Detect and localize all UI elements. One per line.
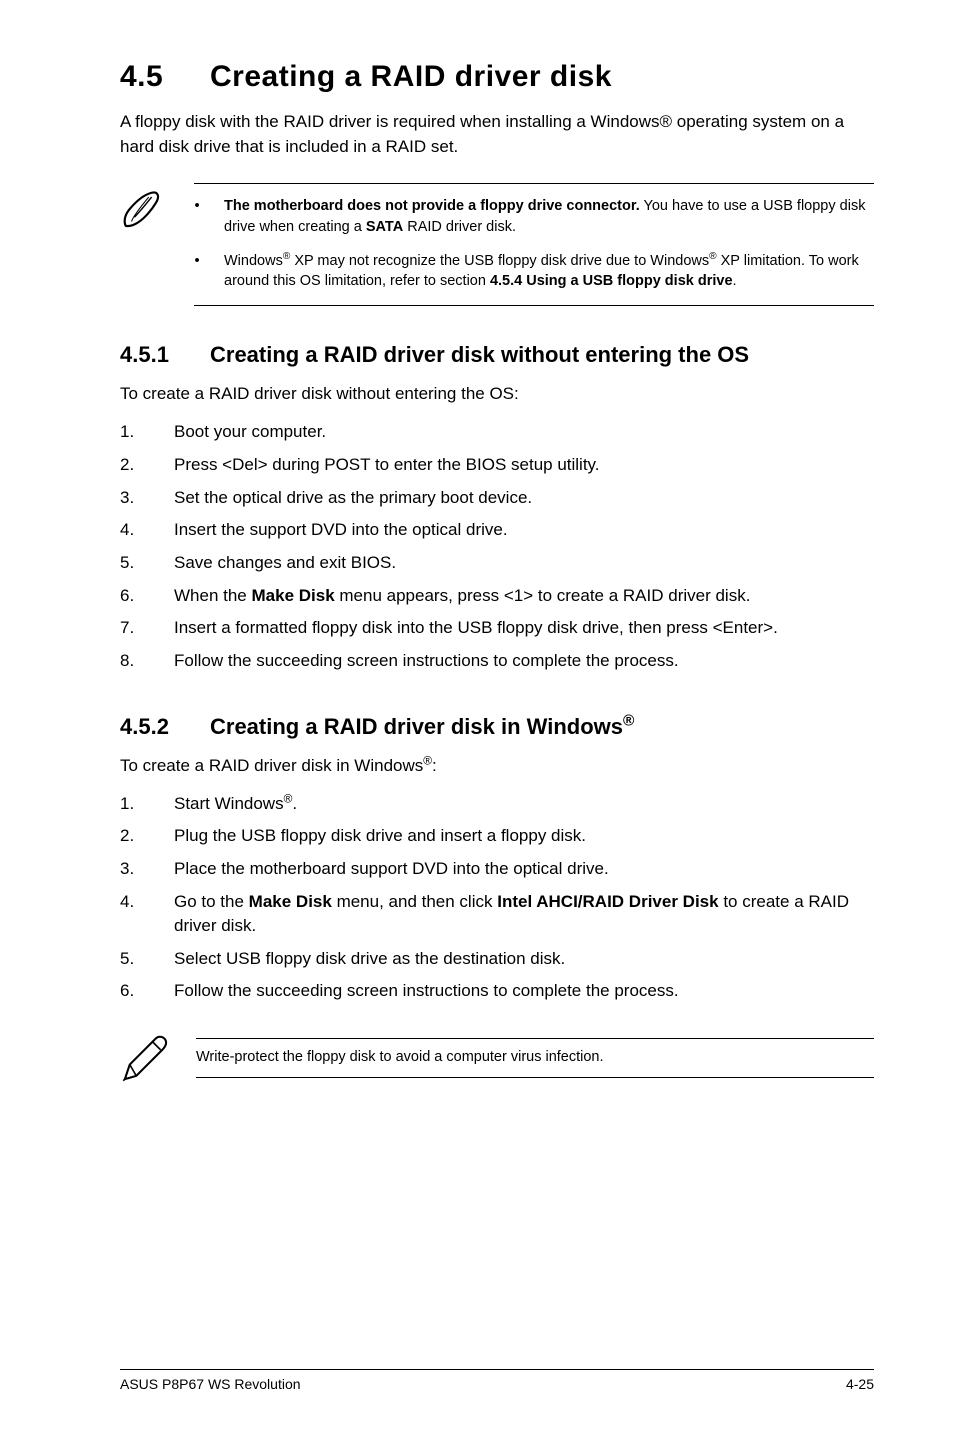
step-text: Plug the USB floppy disk drive and inser… (174, 824, 586, 849)
step-number: 5. (120, 947, 174, 972)
subsection-title: Creating a RAID driver disk in Windows® (210, 714, 634, 739)
subsection-number: 4.5.2 (120, 714, 210, 740)
step-text: Follow the succeeding screen instruction… (174, 649, 679, 674)
step-text: Save changes and exit BIOS. (174, 551, 396, 576)
pencil-icon (120, 1032, 172, 1084)
subsection-heading: 4.5.2Creating a RAID driver disk in Wind… (120, 714, 874, 740)
page-footer: ASUS P8P67 WS Revolution 4-25 (120, 1369, 874, 1392)
step-number: 4. (120, 890, 174, 939)
step-number: 7. (120, 616, 174, 641)
subsection-heading: 4.5.1Creating a RAID driver disk without… (120, 342, 874, 368)
step-text: Boot your computer. (174, 420, 326, 445)
note-body: • The motherboard does not provide a flo… (194, 183, 874, 306)
steps-list: 1.Boot your computer. 2.Press <Del> duri… (120, 416, 874, 677)
step-number: 3. (120, 486, 174, 511)
step-number: 3. (120, 857, 174, 882)
section-number: 4.5 (120, 60, 210, 94)
subsection-number: 4.5.1 (120, 342, 210, 368)
section-title-text: Creating a RAID driver disk (210, 60, 612, 93)
step-item: 3.Place the motherboard support DVD into… (120, 853, 874, 886)
subsection-lead: To create a RAID driver disk without ent… (120, 384, 874, 404)
step-item: 1.Start Windows®. (120, 788, 874, 821)
step-number: 6. (120, 584, 174, 609)
step-item: 7.Insert a formatted floppy disk into th… (120, 612, 874, 645)
subsection-title: Creating a RAID driver disk without ente… (210, 342, 749, 367)
note-list: • The motherboard does not provide a flo… (194, 192, 874, 295)
step-number: 1. (120, 792, 174, 817)
step-text: Follow the succeeding screen instruction… (174, 979, 679, 1004)
section-title: 4.5Creating a RAID driver disk (120, 60, 874, 94)
note-icon (120, 187, 166, 233)
step-number: 4. (120, 518, 174, 543)
step-text: Insert a formatted floppy disk into the … (174, 616, 778, 641)
step-number: 5. (120, 551, 174, 576)
step-item: 5.Save changes and exit BIOS. (120, 547, 874, 580)
bullet-icon: • (194, 251, 200, 292)
page-container: 4.5Creating a RAID driver disk A floppy … (0, 0, 954, 1438)
step-item: 1.Boot your computer. (120, 416, 874, 449)
step-text: Press <Del> during POST to enter the BIO… (174, 453, 600, 478)
footer-right: 4-25 (846, 1376, 874, 1392)
step-text: Set the optical drive as the primary boo… (174, 486, 532, 511)
step-item: 5.Select USB floppy disk drive as the de… (120, 943, 874, 976)
step-item: 3.Set the optical drive as the primary b… (120, 482, 874, 515)
step-item: 6.When the Make Disk menu appears, press… (120, 580, 874, 613)
subsection-lead: To create a RAID driver disk in Windows®… (120, 756, 874, 776)
step-text: Place the motherboard support DVD into t… (174, 857, 609, 882)
step-item: 4.Go to the Make Disk menu, and then cli… (120, 886, 874, 943)
step-item: 2.Press <Del> during POST to enter the B… (120, 449, 874, 482)
step-item: 6.Follow the succeeding screen instructi… (120, 975, 874, 1008)
step-text: Select USB floppy disk drive as the dest… (174, 947, 565, 972)
step-number: 8. (120, 649, 174, 674)
step-item: 2.Plug the USB floppy disk drive and ins… (120, 820, 874, 853)
step-text: Go to the Make Disk menu, and then click… (174, 890, 874, 939)
step-number: 2. (120, 824, 174, 849)
note-item: • Windows® XP may not recognize the USB … (194, 247, 874, 296)
step-number: 6. (120, 979, 174, 1004)
step-text: Start Windows®. (174, 792, 297, 817)
step-item: 8.Follow the succeeding screen instructi… (120, 645, 874, 678)
step-item: 4.Insert the support DVD into the optica… (120, 514, 874, 547)
steps-list: 1.Start Windows®. 2.Plug the USB floppy … (120, 788, 874, 1008)
note-item-text: Windows® XP may not recognize the USB fl… (224, 251, 874, 292)
step-text: When the Make Disk menu appears, press <… (174, 584, 750, 609)
bullet-icon: • (194, 196, 200, 237)
note-item: • The motherboard does not provide a flo… (194, 192, 874, 241)
tip-text: Write-protect the floppy disk to avoid a… (196, 1038, 874, 1078)
step-text: Insert the support DVD into the optical … (174, 518, 508, 543)
tip-block: Write-protect the floppy disk to avoid a… (120, 1032, 874, 1084)
note-item-text: The motherboard does not provide a flopp… (224, 196, 874, 237)
intro-paragraph: A floppy disk with the RAID driver is re… (120, 110, 874, 159)
note-block: • The motherboard does not provide a flo… (120, 183, 874, 306)
step-number: 2. (120, 453, 174, 478)
footer-left: ASUS P8P67 WS Revolution (120, 1376, 301, 1392)
step-number: 1. (120, 420, 174, 445)
